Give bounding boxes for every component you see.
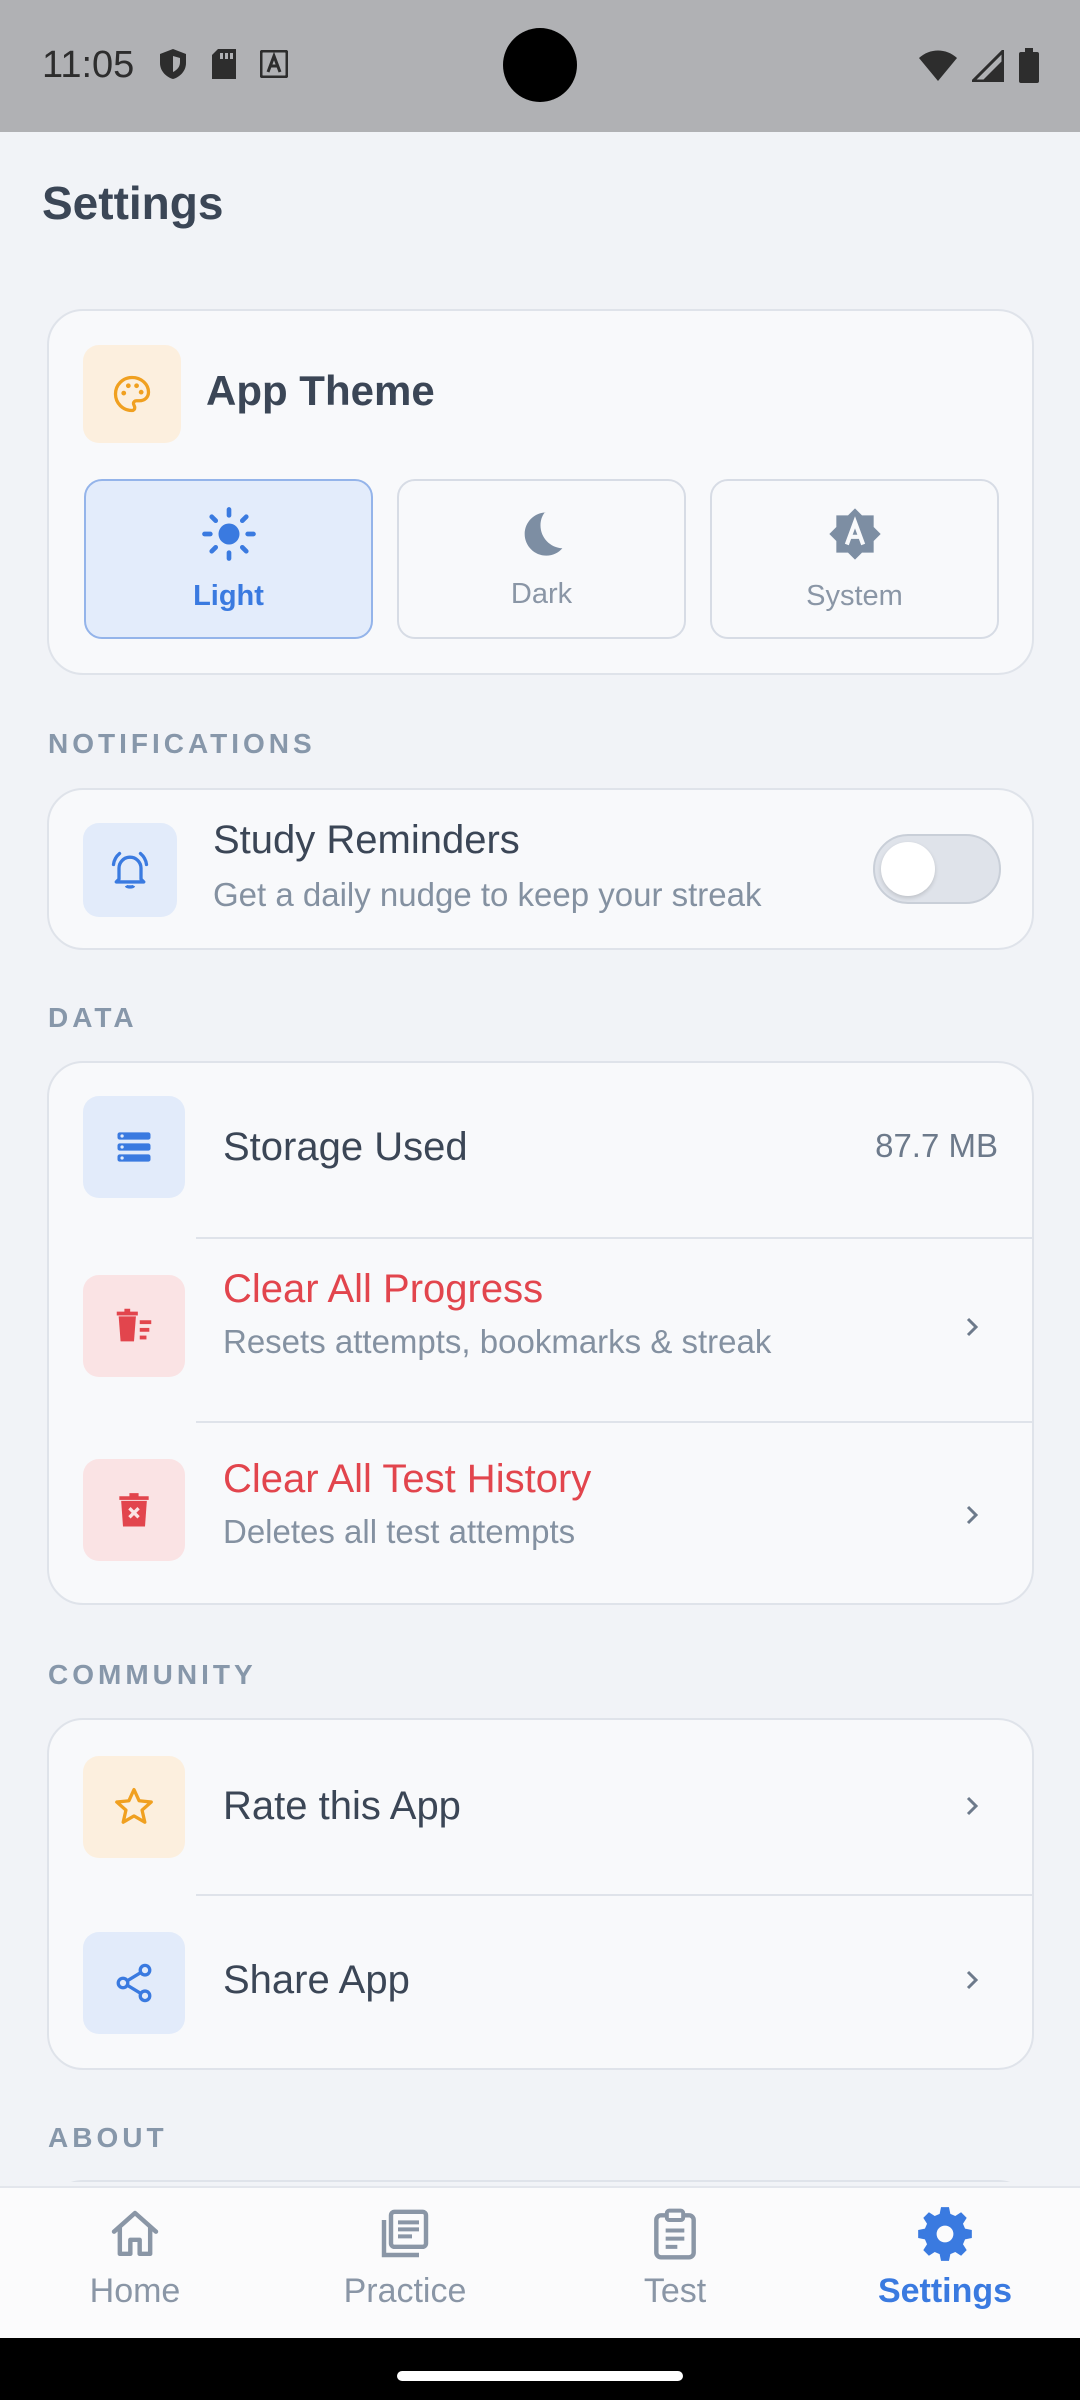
chevron-right-icon	[966, 1796, 979, 1816]
star-icon	[115, 1787, 153, 1824]
nav-practice[interactable]: Practice	[295, 2206, 515, 2311]
clear-progress-row[interactable]: Clear All Progress Resets attempts, book…	[49, 1239, 1032, 1421]
about-card	[47, 2180, 1034, 2182]
storage-value: 87.7 MB	[875, 1127, 998, 1164]
theme-card: App Theme Light Dark System	[47, 309, 1034, 675]
share-app-row[interactable]: Share App	[49, 1896, 1032, 2070]
theme-option-light[interactable]: Light	[84, 479, 373, 639]
clear-progress-subtitle: Resets attempts, bookmarks & streak	[223, 1323, 772, 1360]
chevron-right-icon	[966, 1505, 979, 1525]
font-a-icon	[260, 50, 288, 78]
data-card: Storage Used 87.7 MB Clear All Progress …	[47, 1061, 1034, 1605]
system-auto-icon	[828, 507, 881, 560]
gear-icon	[918, 2207, 972, 2261]
rate-app-row[interactable]: Rate this App	[49, 1720, 1032, 1894]
moon-icon	[524, 511, 562, 556]
share-icon	[116, 1963, 152, 2003]
reminders-toggle[interactable]	[873, 834, 1001, 904]
delete-forever-icon	[119, 1493, 149, 1527]
camera-cutout	[503, 28, 577, 102]
clear-progress-title: Clear All Progress	[223, 1267, 544, 1311]
sun-icon	[201, 506, 256, 561]
section-label-data: DATA	[48, 1002, 138, 1033]
storage-stack-icon	[117, 1132, 151, 1162]
theme-option-label: Light	[193, 579, 264, 612]
status-notification-icons	[158, 48, 288, 80]
clipboard-list-icon	[654, 2208, 696, 2260]
shield-icon	[160, 49, 186, 79]
nav-label: Home	[89, 2272, 181, 2310]
home-gesture-handle[interactable]	[397, 2371, 683, 2381]
share-app-title: Share App	[223, 1958, 410, 2002]
theme-title: App Theme	[206, 367, 435, 414]
theme-option-label: Dark	[510, 577, 573, 610]
share-icon-tile	[83, 1932, 185, 2034]
theme-icon-tile	[83, 345, 181, 443]
sd-card-icon	[212, 49, 236, 79]
storage-icon-tile	[83, 1096, 185, 1198]
theme-option-label: System	[806, 579, 903, 612]
nav-home[interactable]: Home	[25, 2206, 245, 2311]
clear-history-title: Clear All Test History	[223, 1457, 592, 1501]
chevron-right-icon	[966, 1317, 979, 1337]
theme-option-dark[interactable]: Dark	[397, 479, 686, 639]
nav-settings[interactable]: Settings	[835, 2206, 1055, 2311]
nav-label: Settings	[877, 2272, 1013, 2310]
wifi-icon	[919, 50, 957, 81]
reminders-title: Study Reminders	[213, 818, 520, 862]
clear-progress-icon-tile	[83, 1275, 185, 1377]
delete-sweep-icon	[116, 1308, 152, 1342]
chevron-right-icon	[966, 1970, 979, 1990]
practice-pages-icon	[381, 2209, 429, 2258]
storage-row: Storage Used 87.7 MB	[49, 1063, 1032, 1237]
theme-option-system[interactable]: System	[710, 479, 999, 639]
storage-title: Storage Used	[223, 1125, 468, 1169]
settings-page: Settings App Theme Light Dark System NOT…	[0, 132, 1080, 2182]
battery-icon	[1019, 48, 1039, 83]
status-bar: 11:05	[0, 0, 1080, 132]
status-time: 11:05	[42, 44, 135, 86]
nav-label: Test	[643, 2272, 707, 2310]
clear-history-row[interactable]: Clear All Test History Deletes all test …	[49, 1423, 1032, 1605]
clear-history-icon-tile	[83, 1459, 185, 1561]
signal-icon	[972, 50, 1004, 82]
section-label-notifications: NOTIFICATIONS	[48, 728, 316, 759]
rate-icon-tile	[83, 1756, 185, 1858]
page-title: Settings	[42, 177, 224, 229]
palette-icon	[113, 375, 151, 413]
status-system-icons	[918, 48, 1040, 84]
home-icon	[111, 2210, 159, 2257]
toggle-knob	[881, 842, 935, 896]
reminders-icon-tile	[83, 823, 177, 917]
gesture-bar	[0, 2338, 1080, 2400]
bell-ring-icon	[111, 851, 149, 889]
reminders-subtitle: Get a daily nudge to keep your streak	[213, 876, 762, 913]
section-label-about: ABOUT	[48, 2122, 168, 2153]
nav-test[interactable]: Test	[565, 2206, 785, 2311]
notifications-card: Study Reminders Get a daily nudge to kee…	[47, 788, 1034, 950]
bottom-nav: Home Practice Test Settings	[0, 2186, 1080, 2338]
clear-history-subtitle: Deletes all test attempts	[223, 1513, 576, 1550]
section-label-community: COMMUNITY	[48, 1659, 257, 1690]
community-card: Rate this App Share App	[47, 1718, 1034, 2070]
rate-app-title: Rate this App	[223, 1784, 461, 1828]
nav-label: Practice	[343, 2272, 467, 2310]
